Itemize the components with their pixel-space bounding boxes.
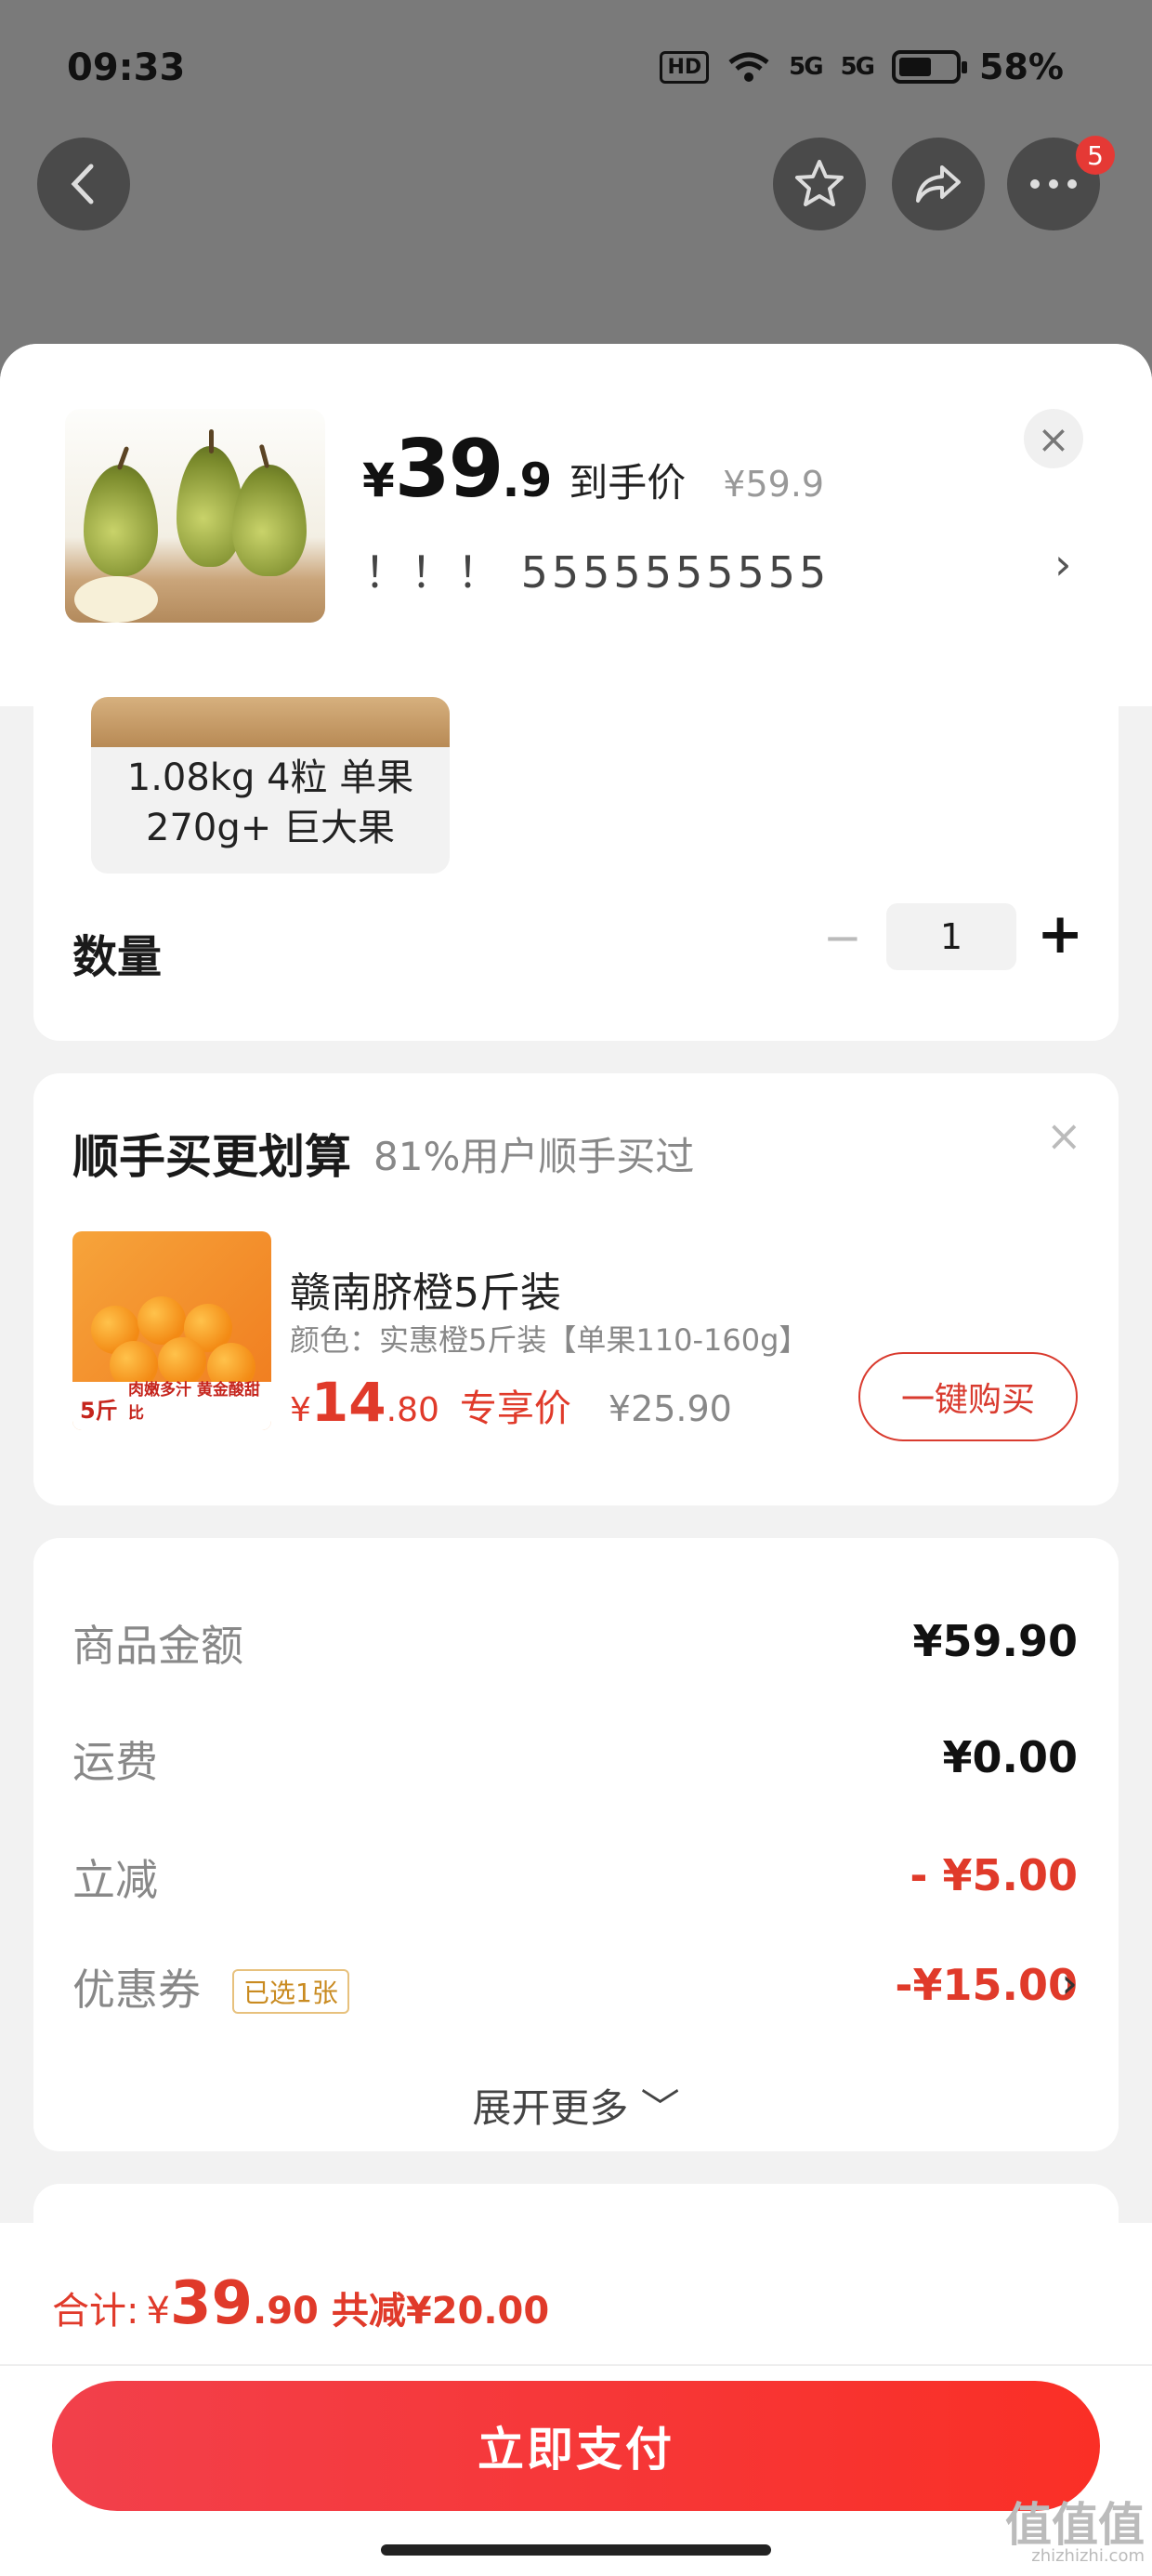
close-button[interactable]: ×	[1024, 409, 1083, 468]
summary-label: 运费	[72, 1737, 158, 1787]
price-label: 到手价	[569, 460, 687, 506]
upsell-item-spec: 颜色：实惠橙5斤装【单果110-160g】	[290, 1322, 809, 1358]
battery-icon	[892, 50, 968, 84]
product-price: ¥ 39 .9 到手价 ¥59.9	[362, 423, 824, 516]
cellular-signal-icon-1: 5G	[789, 53, 823, 81]
quantity-input[interactable]: 1	[886, 903, 1016, 970]
coupon-tag: 已选1张	[232, 1969, 349, 2014]
price-decimal: .9	[502, 453, 553, 507]
watermark: 值值值 zhizhizhi.com	[1005, 2502, 1145, 2565]
summary-value: -¥15.00	[895, 1960, 1078, 2010]
status-bar: 09:33 HD 5G 5G 58%	[0, 0, 1152, 139]
total-price: 合计: ¥ 39 .90 共减¥20.00	[52, 2269, 549, 2338]
summary-label: 优惠券	[72, 1965, 201, 2015]
share-button[interactable]	[892, 138, 985, 230]
divider	[0, 2364, 1152, 2366]
expand-more-button[interactable]: 展开更多 ﹀	[33, 2077, 1119, 2134]
option-label: 1.08kg 4粒 单果 270g+ 巨大果	[126, 756, 414, 849]
price-currency: ¥	[362, 453, 395, 507]
summary-value: - ¥5.00	[910, 1850, 1078, 1900]
bottom-bar: 合计: ¥ 39 .90 共减¥20.00 立即支付 值值值 zhizhizhi…	[0, 2223, 1152, 2576]
total-decimal: .90	[253, 2290, 319, 2333]
image-caption: 肉嫩多汁 黄金酸甜比	[128, 1381, 260, 1423]
upsell-price: ¥ 14 .80 专享价 ¥25.90	[290, 1371, 732, 1434]
pay-now-button[interactable]: 立即支付	[52, 2381, 1100, 2511]
summary-row-subtotal: 商品金额 ¥59.90	[72, 1612, 1078, 1687]
hd-icon: HD	[660, 50, 710, 84]
upsell-title: 顺手买更划算	[72, 1130, 351, 1184]
total-label: 合计:	[52, 2290, 139, 2333]
upsell-card: 顺手买更划算 81%用户顺手买过 × 5斤 肉嫩多汁 黄金酸甜比 赣南脐橙5斤装…	[33, 1073, 1119, 1505]
option-image	[91, 697, 450, 747]
upsell-subtitle: 81%用户顺手买过	[373, 1134, 695, 1179]
product-thumbnail[interactable]	[65, 409, 325, 623]
pear-stem	[209, 429, 214, 453]
total-currency: ¥	[146, 2290, 170, 2333]
battery-level	[899, 58, 931, 76]
quantity-label: 数量	[72, 931, 163, 983]
summary-label: 商品金额	[72, 1621, 243, 1671]
status-icons: HD 5G 5G 58%	[660, 46, 1064, 87]
battery-percent: 58%	[979, 46, 1064, 87]
upsell-item-name[interactable]: 赣南脐橙5斤装	[290, 1259, 561, 1319]
price-currency: ¥	[290, 1391, 311, 1429]
sheet-header: ¥ 39 .9 到手价 ¥59.9 × ！！！ 5555555555 ›	[0, 344, 1152, 706]
summary-row-discount: 立减 - ¥5.00	[72, 1847, 1078, 1921]
original-price: ¥25.90	[608, 1388, 732, 1429]
cellular-signal-icon-2: 5G	[840, 53, 875, 81]
total-integer: 39	[169, 2269, 253, 2338]
summary-card: 商品金额 ¥59.90 运费 ¥0.00 立减 - ¥5.00 优惠券 已选1张…	[33, 1538, 1119, 2151]
options-card: 1.08kg 4粒 单果 270g+ 巨大果 数量 − 1 +	[33, 697, 1119, 1041]
summary-row-shipping: 运费 ¥0.00	[72, 1728, 1078, 1803]
summary-row-coupon[interactable]: 优惠券 已选1张 -¥15.00 ›	[72, 1956, 1078, 2031]
pear-slice	[74, 576, 158, 623]
chevron-right-icon[interactable]: ›	[1061, 1960, 1078, 2007]
share-icon	[916, 165, 961, 203]
price-integer: 14	[310, 1371, 386, 1434]
close-icon: ×	[1037, 415, 1070, 462]
favorite-button[interactable]	[773, 138, 866, 230]
star-icon	[795, 160, 844, 206]
summary-value: ¥59.90	[912, 1616, 1078, 1666]
sku-selector[interactable]: ！！！ 5555555555	[364, 539, 830, 600]
one-click-buy-button[interactable]: 一键购买	[858, 1352, 1078, 1441]
watermark-text: 值值值	[1005, 2498, 1145, 2552]
home-indicator[interactable]	[381, 2544, 771, 2556]
total-saving: 共减¥20.00	[331, 2290, 550, 2333]
price-integer: 39	[394, 423, 504, 516]
notification-badge: 5	[1076, 136, 1115, 175]
pear-shape	[177, 446, 243, 567]
pear-stem	[258, 443, 270, 469]
summary-label: 立减	[72, 1855, 158, 1905]
quantity-minus-button[interactable]: −	[823, 911, 862, 965]
quantity-plus-button[interactable]: +	[1037, 901, 1083, 966]
back-button[interactable]	[37, 138, 130, 230]
chevron-right-icon[interactable]: ›	[1054, 539, 1071, 589]
price-label: 专享价	[459, 1387, 571, 1430]
image-badge: 5斤	[80, 1398, 118, 1424]
option-tile-selected[interactable]: 1.08kg 4粒 单果 270g+ 巨大果	[91, 697, 450, 874]
upsell-product-image[interactable]: 5斤 肉嫩多汁 黄金酸甜比	[72, 1231, 271, 1430]
pear-shape	[232, 465, 307, 576]
summary-value: ¥0.00	[942, 1732, 1078, 1782]
wifi-icon	[728, 52, 769, 82]
status-time: 09:33	[67, 46, 186, 89]
original-price: ¥59.9	[723, 464, 825, 505]
chevron-left-icon	[71, 164, 94, 204]
pear-shape	[84, 465, 158, 576]
price-decimal: .80	[386, 1391, 439, 1429]
more-icon	[1030, 179, 1077, 189]
upsell-close-icon[interactable]: ×	[1046, 1111, 1082, 1161]
